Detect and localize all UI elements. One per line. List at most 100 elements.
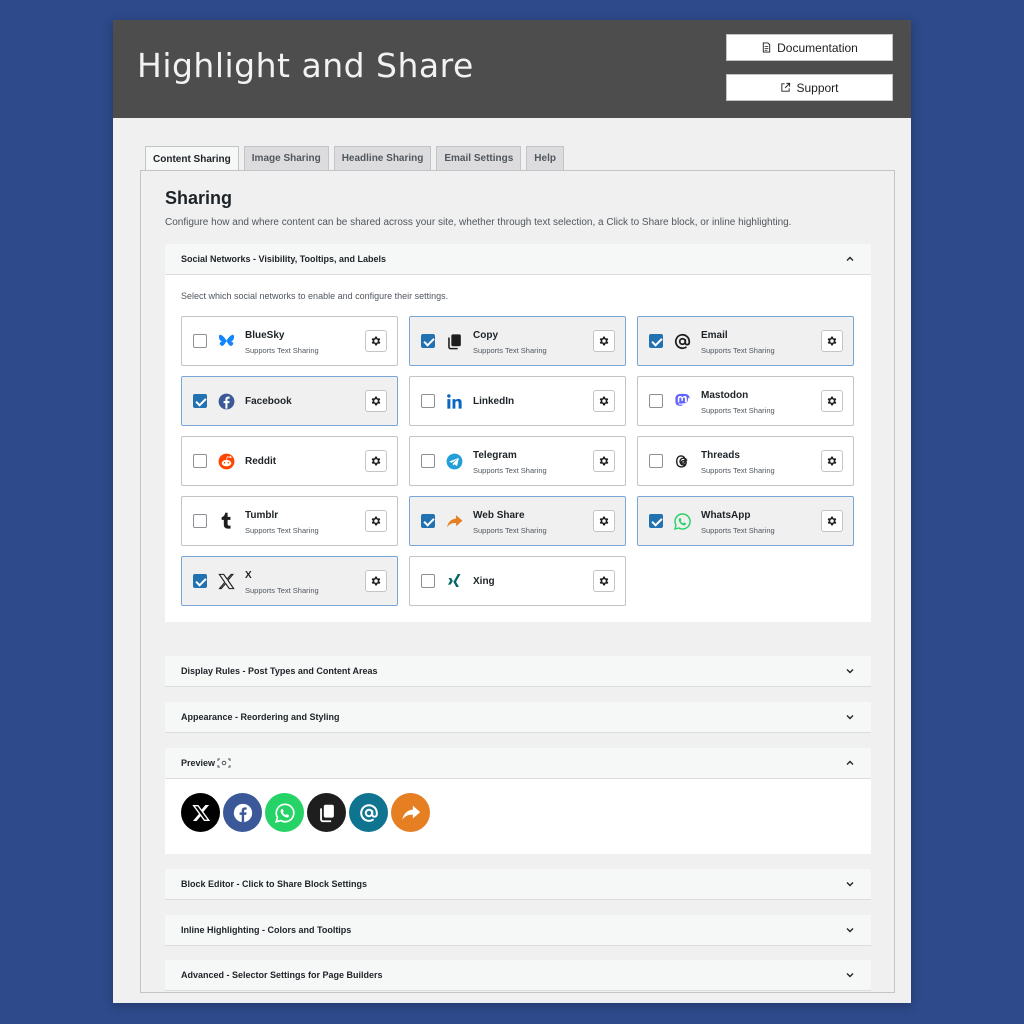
gear-icon [371, 516, 381, 526]
threads-settings-button[interactable] [821, 450, 843, 472]
copy-icon [448, 334, 461, 350]
documentation-button[interactable]: Documentation [726, 34, 893, 61]
whatsapp-settings-button[interactable] [821, 510, 843, 532]
tab-content-sharing[interactable]: Content Sharing [145, 146, 239, 171]
network-card-copy: Copy Supports Text Sharing [409, 316, 626, 366]
web-share-checkbox[interactable] [421, 514, 435, 528]
network-name: Xing [473, 576, 495, 587]
preview-email-button[interactable] [349, 793, 388, 832]
chevron-up-icon [846, 760, 854, 765]
xing-checkbox[interactable] [421, 574, 435, 588]
network-name: Telegram [473, 450, 517, 461]
supports-text-label: Supports Text Sharing [701, 526, 775, 535]
header-bar: Highlight and Share Documentation Suppor… [113, 20, 911, 118]
network-name: Copy [473, 330, 498, 341]
preview-facebook-button[interactable] [223, 793, 262, 832]
supports-text-label: Supports Text Sharing [245, 346, 319, 355]
preview-copy-button[interactable] [307, 793, 346, 832]
copy-settings-button[interactable] [593, 330, 615, 352]
supports-text-label: Supports Text Sharing [701, 466, 775, 475]
network-card-whatsapp: WhatsApp Supports Text Sharing [637, 496, 854, 546]
web-share-icon [401, 805, 420, 820]
threads-checkbox[interactable] [649, 454, 663, 468]
support-button[interactable]: Support [726, 74, 893, 101]
network-name: Mastodon [701, 390, 749, 401]
telegram-checkbox[interactable] [421, 454, 435, 468]
reddit-checkbox[interactable] [193, 454, 207, 468]
block-editor-header[interactable]: Block Editor - Click to Share Block Sett… [165, 869, 871, 900]
chevron-down-icon [846, 715, 854, 720]
network-name: LinkedIn [473, 396, 515, 407]
facebook-settings-button[interactable] [365, 390, 387, 412]
appearance-header[interactable]: Appearance - Reordering and Styling [165, 702, 871, 733]
mastodon-checkbox[interactable] [649, 394, 663, 408]
preview-header[interactable]: Preview [165, 748, 871, 779]
tab-help[interactable]: Help [526, 146, 564, 170]
tumblr-settings-button[interactable] [365, 510, 387, 532]
supports-text-label: Supports Text Sharing [245, 586, 319, 595]
facebook-checkbox[interactable] [193, 394, 207, 408]
reddit-settings-button[interactable] [365, 450, 387, 472]
tumblr-checkbox[interactable] [193, 514, 207, 528]
network-name: X [245, 570, 252, 581]
bluesky-settings-button[interactable] [365, 330, 387, 352]
page-title: Highlight and Share [137, 46, 474, 85]
tab-headline-sharing[interactable]: Headline Sharing [333, 146, 432, 170]
email-checkbox[interactable] [649, 334, 663, 348]
supports-text-label: Supports Text Sharing [473, 526, 547, 535]
networks-instruction: Select which social networks to enable a… [181, 291, 449, 301]
preview-x-button[interactable] [181, 793, 220, 832]
preview-title: Preview [181, 757, 216, 768]
email-settings-button[interactable] [821, 330, 843, 352]
advanced-header[interactable]: Advanced - Selector Settings for Page Bu… [165, 960, 871, 991]
tumblr-icon [221, 512, 231, 529]
whatsapp-checkbox[interactable] [649, 514, 663, 528]
preview-web-share-button[interactable] [391, 793, 430, 832]
whatsapp-icon [673, 513, 691, 531]
linkedin-icon [447, 394, 462, 409]
network-card-x: X Supports Text Sharing [181, 556, 398, 606]
preview-whatsapp-button[interactable] [265, 793, 304, 832]
gear-icon [599, 396, 609, 406]
linkedin-settings-button[interactable] [593, 390, 615, 412]
x-settings-button[interactable] [365, 570, 387, 592]
chevron-down-icon [846, 973, 854, 978]
network-card-xing: Xing [409, 556, 626, 606]
inline-highlighting-header[interactable]: Inline Highlighting - Colors and Tooltip… [165, 915, 871, 946]
bluesky-checkbox[interactable] [193, 334, 207, 348]
copy-icon [319, 804, 334, 822]
plugin-settings-window: Highlight and Share Documentation Suppor… [113, 20, 911, 1003]
tab-image-sharing[interactable]: Image Sharing [243, 146, 329, 170]
tab-email-settings[interactable]: Email Settings [436, 146, 522, 170]
web-share-settings-button[interactable] [593, 510, 615, 532]
display-rules-header[interactable]: Display Rules - Post Types and Content A… [165, 656, 871, 687]
block-editor-section: Block Editor - Click to Share Block Sett… [165, 869, 871, 900]
gear-icon [599, 336, 609, 346]
external-link-icon [781, 82, 791, 92]
gear-icon [371, 396, 381, 406]
network-card-facebook: Facebook [181, 376, 398, 426]
xing-icon [448, 573, 461, 588]
chevron-down-icon [846, 882, 854, 887]
x-icon [191, 804, 210, 821]
web-share-icon [446, 515, 463, 528]
x-icon [218, 573, 235, 590]
network-name: Email [701, 330, 728, 341]
block-editor-title: Block Editor - Click to Share Block Sett… [181, 879, 368, 889]
network-name: Web Share [473, 510, 525, 521]
xing-settings-button[interactable] [593, 570, 615, 592]
network-card-reddit: Reddit [181, 436, 398, 486]
x-checkbox[interactable] [193, 574, 207, 588]
supports-text-label: Supports Text Sharing [473, 346, 547, 355]
gear-icon [371, 576, 381, 586]
linkedin-checkbox[interactable] [421, 394, 435, 408]
copy-checkbox[interactable] [421, 334, 435, 348]
gear-icon [599, 576, 609, 586]
mastodon-settings-button[interactable] [821, 390, 843, 412]
social-networks-header[interactable]: Social Networks - Visibility, Tooltips, … [165, 244, 871, 275]
gear-icon [827, 516, 837, 526]
content-sharing-panel: Sharing Configure how and where content … [140, 170, 895, 993]
supports-text-label: Supports Text Sharing [473, 466, 547, 475]
telegram-icon [446, 453, 463, 470]
telegram-settings-button[interactable] [593, 450, 615, 472]
